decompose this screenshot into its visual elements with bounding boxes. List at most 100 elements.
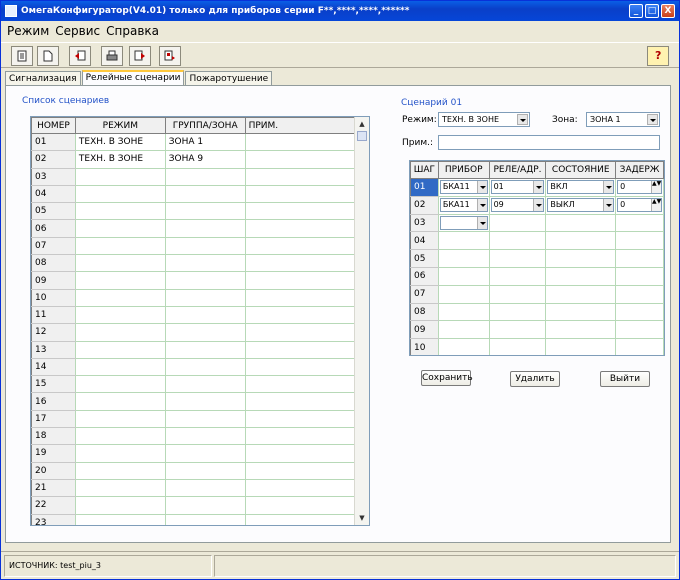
step-delay-select[interactable]: 0 ▲▼ [617, 198, 662, 213]
row-group-zone[interactable] [164, 219, 246, 238]
chevron-down-icon[interactable] [533, 181, 544, 194]
step-relay-select[interactable]: 01 [490, 180, 545, 195]
step-row[interactable]: 01 БКА11 01 ВКЛ 0 ▲▼ [410, 178, 664, 197]
chevron-down-icon[interactable] [647, 114, 658, 125]
row-note[interactable] [244, 513, 357, 525]
row-mode[interactable] [74, 271, 166, 290]
row-note[interactable] [244, 409, 357, 429]
column-header-group-zone[interactable]: ГРУППА/ЗОНА [164, 117, 246, 134]
menu-service[interactable]: Сервис [55, 21, 100, 41]
menu-mode[interactable]: Режим [7, 21, 49, 41]
row-group-zone[interactable] [164, 513, 246, 525]
row-number[interactable]: 03 [31, 167, 76, 186]
step-number[interactable]: 05 [410, 249, 439, 268]
scroll-up-icon[interactable]: ▲ [356, 118, 368, 130]
table-row[interactable]: 01 ТЕХН. В ЗОНЕ ЗОНА 1 [31, 132, 357, 152]
row-group-zone[interactable] [164, 392, 246, 411]
table-row[interactable]: 19 [31, 444, 357, 463]
table-row[interactable]: 17 [31, 409, 357, 429]
row-note[interactable] [244, 392, 357, 411]
row-group-zone[interactable] [164, 444, 246, 463]
row-group-zone[interactable]: ЗОНА 9 [164, 150, 246, 169]
row-note[interactable] [244, 288, 357, 307]
step-delay-cell[interactable] [615, 284, 664, 304]
row-note[interactable] [244, 167, 357, 186]
row-number[interactable]: 06 [31, 219, 76, 238]
row-mode[interactable] [74, 409, 166, 429]
row-mode[interactable]: ТЕХН. В ЗОНЕ [74, 150, 166, 169]
step-delay-select[interactable]: 0 ▲▼ [617, 180, 662, 195]
table-row[interactable]: 08 [31, 254, 357, 273]
row-number[interactable]: 04 [31, 184, 76, 204]
chevron-down-icon[interactable] [533, 199, 544, 212]
row-group-zone[interactable] [164, 184, 246, 204]
chevron-down-icon[interactable] [476, 199, 487, 212]
steps-grid[interactable]: ШАГ ПРИБОР РЕЛЕ/АДР. СОСТОЯНИЕ ЗАДЕРЖ 01… [409, 160, 665, 356]
table-row[interactable]: 09 [31, 271, 357, 290]
row-mode[interactable] [74, 392, 166, 411]
zone-select[interactable]: ЗОНА 1 [586, 112, 660, 127]
table-row[interactable]: 23 [31, 513, 357, 525]
column-header-step[interactable]: ШАГ [410, 161, 439, 179]
tab-alarm[interactable]: Сигнализация [5, 71, 81, 86]
row-group-zone[interactable]: ЗОНА 1 [164, 132, 246, 152]
row-number[interactable]: 22 [31, 496, 76, 515]
row-mode[interactable] [74, 461, 166, 480]
title-bar[interactable]: ОмегаКонфигуратор(V4.01) только для приб… [1, 1, 679, 21]
row-note[interactable] [244, 461, 357, 480]
step-row[interactable]: 08 [410, 302, 664, 322]
table-row[interactable]: 20 [31, 461, 357, 480]
step-state-cell[interactable] [545, 302, 617, 322]
row-mode[interactable] [74, 513, 166, 525]
table-row[interactable]: 10 [31, 288, 357, 307]
row-note[interactable] [244, 271, 357, 290]
chevron-down-icon[interactable] [603, 181, 614, 194]
import-button[interactable] [69, 46, 91, 66]
row-mode[interactable] [74, 340, 166, 359]
row-group-zone[interactable] [164, 496, 246, 515]
step-device-cell[interactable] [437, 320, 490, 340]
row-number[interactable]: 23 [31, 513, 76, 525]
row-note[interactable] [244, 478, 357, 498]
row-number[interactable]: 13 [31, 340, 76, 359]
row-note[interactable] [244, 427, 357, 446]
row-group-zone[interactable] [164, 478, 246, 498]
step-device-cell[interactable]: БКА11 [437, 178, 490, 197]
row-note[interactable] [244, 340, 357, 359]
row-number[interactable]: 09 [31, 271, 76, 290]
row-number[interactable]: 10 [31, 288, 76, 307]
table-row[interactable]: 04 [31, 184, 357, 204]
row-number[interactable]: 19 [31, 444, 76, 463]
row-group-zone[interactable] [164, 254, 246, 273]
step-delay-cell[interactable] [615, 266, 664, 286]
spin-arrows-icon[interactable]: ▲▼ [651, 181, 661, 194]
row-number[interactable]: 01 [31, 132, 76, 152]
scenario-list-grid[interactable]: НОМЕР РЕЖИМ ГРУППА/ЗОНА ПРИМ. 01 ТЕХН. В … [30, 116, 370, 526]
row-number[interactable]: 18 [31, 427, 76, 446]
row-note[interactable] [244, 150, 357, 169]
help-button[interactable]: ? [647, 46, 669, 66]
step-device-cell[interactable] [437, 284, 490, 304]
table-row[interactable]: 12 [31, 323, 357, 342]
row-note[interactable] [244, 305, 357, 325]
step-device-cell[interactable] [437, 302, 490, 322]
row-group-zone[interactable] [164, 305, 246, 325]
step-state-select[interactable]: ВЫКЛ [547, 198, 615, 213]
row-mode[interactable] [74, 184, 166, 204]
note-input[interactable] [438, 135, 660, 150]
step-relay-cell[interactable] [488, 320, 547, 340]
step-row[interactable]: 03 [410, 213, 664, 233]
step-device-cell[interactable] [437, 338, 490, 355]
scenario-list-scrollbar[interactable]: ▲ ▼ [354, 117, 369, 525]
step-number[interactable]: 07 [410, 284, 439, 304]
step-number[interactable]: 10 [410, 338, 439, 355]
row-mode[interactable] [74, 167, 166, 186]
maximize-button[interactable]: □ [645, 4, 659, 18]
row-mode[interactable] [74, 357, 166, 377]
step-relay-cell[interactable]: 01 [488, 178, 547, 197]
row-number[interactable]: 16 [31, 392, 76, 411]
row-group-zone[interactable] [164, 357, 246, 377]
row-mode[interactable] [74, 323, 166, 342]
row-note[interactable] [244, 236, 357, 256]
menu-help[interactable]: Справка [106, 21, 159, 41]
